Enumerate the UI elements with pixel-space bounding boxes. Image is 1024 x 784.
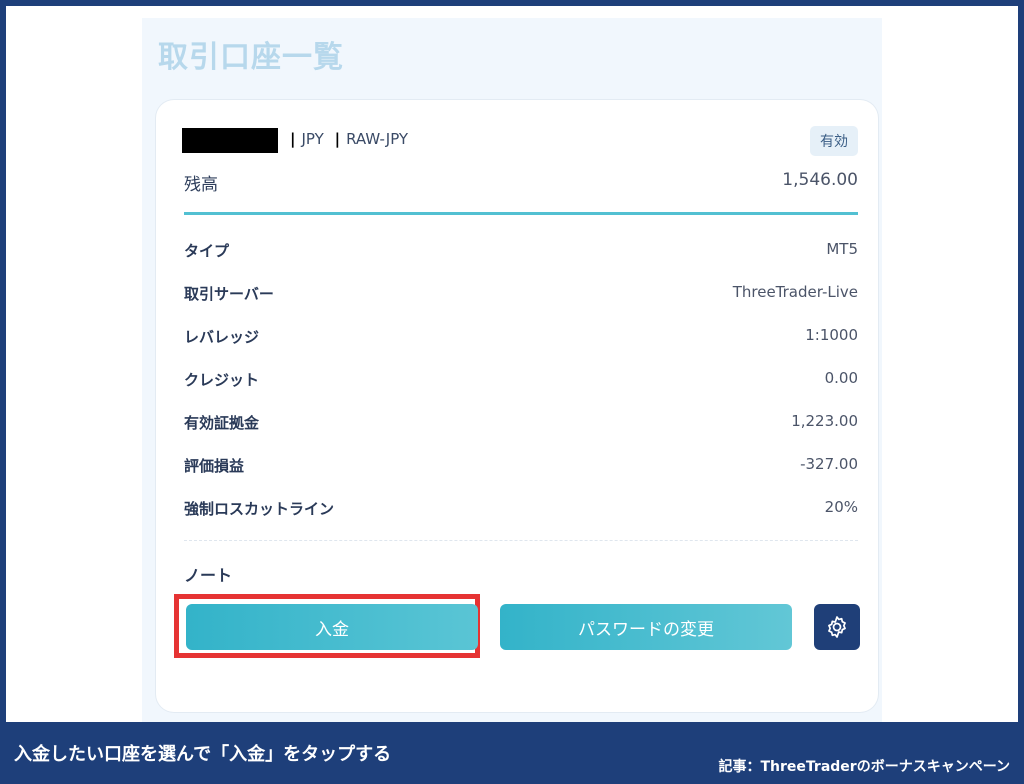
deposit-button[interactable]: 入金 <box>186 604 478 650</box>
detail-label: レバレッジ <box>184 328 260 346</box>
detail-value: 0.00 <box>824 369 858 387</box>
settings-button[interactable] <box>814 604 860 650</box>
change-password-button[interactable]: パスワードの変更 <box>500 604 792 650</box>
account-currency: JPY <box>301 130 324 148</box>
account-list-panel: 取引口座一覧 | JPY | RAW-JPY 有効 残高 1,546.00 タイプ … <box>142 18 882 722</box>
detail-row-leverage: レバレッジ 1:1000 <box>184 316 858 359</box>
balance-label: 残高 <box>184 175 218 195</box>
detail-row-floating-pnl: 評価損益 -327.00 <box>184 445 858 488</box>
divider <box>184 212 858 215</box>
balance-value: 1,546.00 <box>782 170 858 190</box>
detail-label: クレジット <box>184 371 260 389</box>
detail-label: タイプ <box>184 242 230 260</box>
screenshot-frame: 取引口座一覧 | JPY | RAW-JPY 有効 残高 1,546.00 タイプ … <box>6 6 1018 722</box>
article-source-text: 記事：ThreeTraderのボーナスキャンペーン <box>718 759 1011 775</box>
gear-icon <box>828 616 846 638</box>
detail-label: 取引サーバー <box>184 285 274 303</box>
detail-row-stop-out: 強制ロスカットライン 20% <box>184 488 858 531</box>
detail-row-server: 取引サーバー ThreeTrader-Live <box>184 273 858 316</box>
account-card: | JPY | RAW-JPY 有効 残高 1,546.00 タイプ MT5 取引サ… <box>156 100 878 712</box>
account-details-list: タイプ MT5 取引サーバー ThreeTrader-Live レバレッジ 1:… <box>184 230 858 531</box>
detail-value: MT5 <box>826 240 858 258</box>
caption-text: 入金したい口座を選んで「入金」をタップする <box>14 744 392 765</box>
detail-row-type: タイプ MT5 <box>184 230 858 273</box>
detail-value: -327.00 <box>800 455 858 473</box>
caption-bar: 入金したい口座を選んで「入金」をタップする 記事：ThreeTraderのボーナ… <box>0 722 1024 784</box>
detail-label: 強制ロスカットライン <box>184 500 335 518</box>
detail-value: 1:1000 <box>805 326 858 344</box>
account-meta: | JPY | RAW-JPY <box>284 130 408 148</box>
detail-value: 1,223.00 <box>791 412 858 430</box>
detail-row-equity: 有効証拠金 1,223.00 <box>184 402 858 445</box>
page-title: 取引口座一覧 <box>158 40 344 75</box>
detail-value: ThreeTrader-Live <box>732 283 858 301</box>
dashed-divider <box>184 540 858 541</box>
detail-label: 有効証拠金 <box>184 414 260 432</box>
redacted-account-number <box>182 128 278 153</box>
note-label: ノート <box>184 566 233 585</box>
status-badge: 有効 <box>810 126 858 156</box>
separator: | <box>334 130 341 148</box>
detail-value: 20% <box>824 498 858 516</box>
detail-row-credit: クレジット 0.00 <box>184 359 858 402</box>
separator: | <box>290 130 296 148</box>
detail-label: 評価損益 <box>184 457 245 475</box>
account-type: RAW-JPY <box>346 130 409 148</box>
